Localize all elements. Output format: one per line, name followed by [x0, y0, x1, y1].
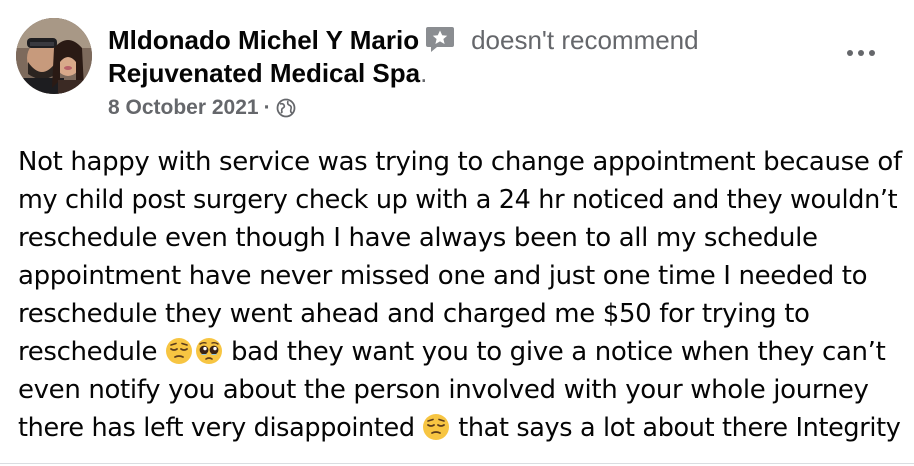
review-line: Not happy with service was trying to cha…	[18, 147, 902, 177]
more-options-icon[interactable]	[840, 42, 882, 64]
review-line-start: there has left very disappointed	[18, 413, 423, 443]
pensive-face-emoji-icon	[165, 337, 193, 365]
meta-separator: ·	[263, 96, 271, 119]
review-line-start: reschedule	[18, 337, 166, 367]
post-header: Mldonado Michel Y Mario doesn't recommen…	[108, 24, 828, 122]
post-meta: 8 October 2021 ·	[108, 94, 828, 122]
review-post: Mldonado Michel Y Mario doesn't recommen…	[0, 0, 914, 466]
post-date[interactable]: 8 October 2021	[108, 94, 259, 122]
page-name-link[interactable]: Rejuvenated Medical Spa	[108, 58, 420, 88]
more-dot	[858, 50, 864, 56]
page-line: Rejuvenated Medical Spa.	[108, 56, 828, 90]
recommendation-status: doesn't recommend	[471, 25, 699, 55]
divider	[0, 463, 914, 464]
review-line: reschedule even though I have always bee…	[18, 223, 818, 253]
avatar[interactable]	[16, 18, 92, 94]
pensive-face-emoji-icon	[422, 413, 450, 441]
review-line-end: that says a lot about there Integrity	[450, 413, 901, 443]
review-line: even notify you about the person involve…	[18, 375, 869, 405]
author-name[interactable]: Mldonado Michel Y Mario	[108, 24, 419, 56]
more-dot	[869, 50, 875, 56]
globe-icon[interactable]	[276, 98, 296, 118]
review-line: reschedule bad they want you to give a n…	[18, 333, 908, 371]
review-line: my child post surgery check up with a 24…	[18, 185, 898, 215]
review-line: there has left very disappointed that sa…	[18, 409, 908, 447]
pleading-face-emoji-icon	[195, 337, 223, 365]
avatar-photo	[16, 18, 92, 94]
review-line-end: bad they want you to give a notice when …	[223, 337, 886, 367]
review-star-icon	[425, 25, 455, 53]
review-text: Not happy with service was trying to cha…	[18, 143, 908, 447]
author-line: Mldonado Michel Y Mario doesn't recommen…	[108, 24, 828, 56]
more-dot	[847, 50, 853, 56]
review-line: reschedule they went ahead and charged m…	[18, 299, 810, 329]
page-name-suffix: .	[420, 58, 428, 88]
review-line: appointment have never missed one and ju…	[18, 261, 868, 291]
